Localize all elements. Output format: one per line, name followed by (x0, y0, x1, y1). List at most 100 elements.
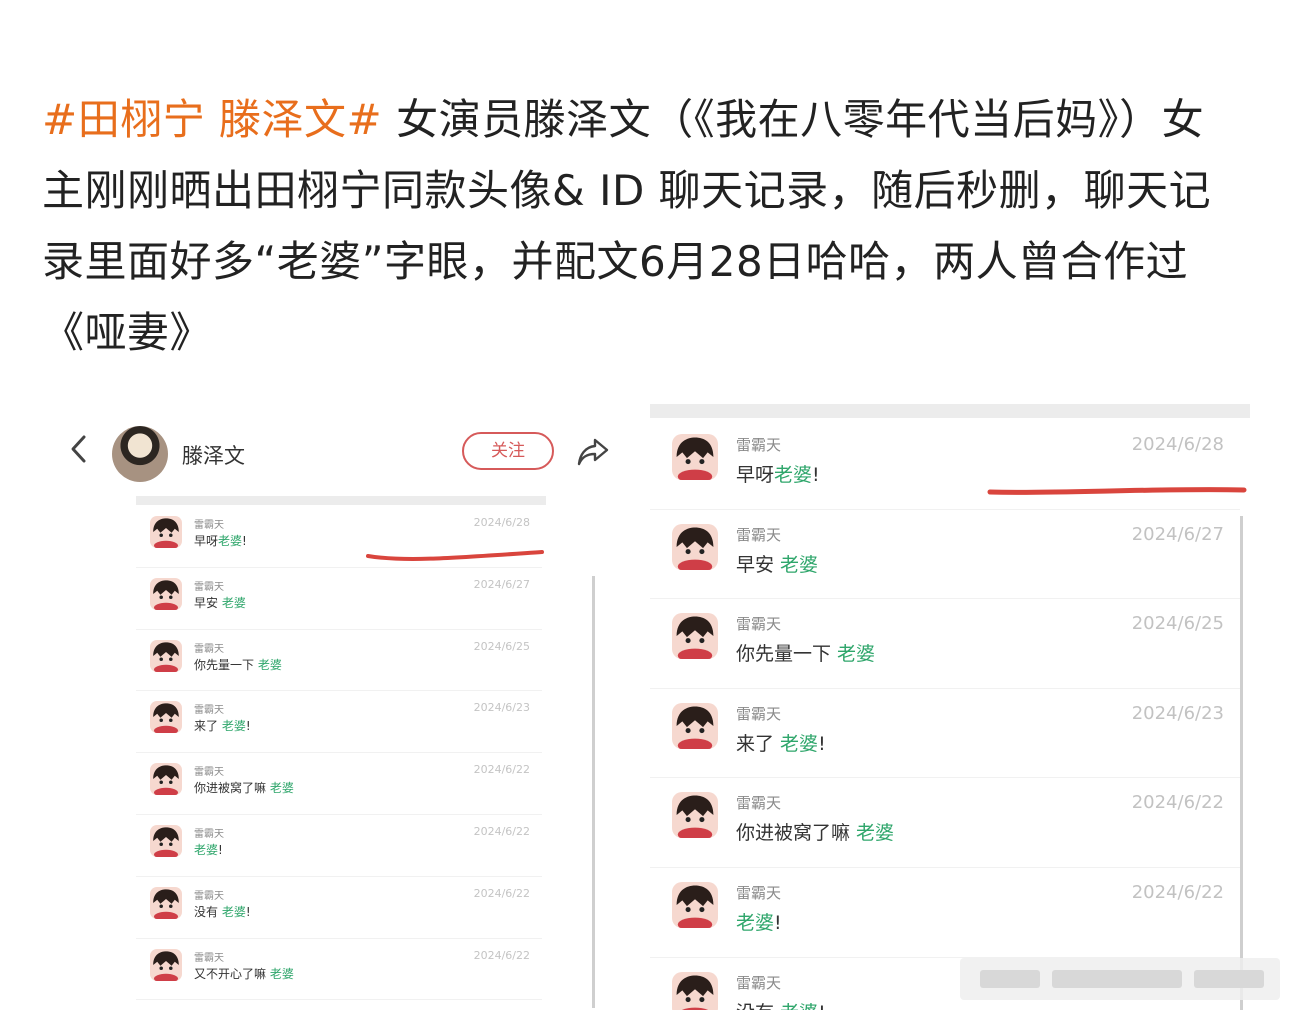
message-row[interactable]: 雷霸天 你进被窝了嘛 老婆 2024/6/22 (136, 753, 542, 815)
cartoon-avatar-icon (672, 881, 718, 928)
profile-avatar[interactable] (112, 426, 168, 482)
sender-avatar[interactable] (672, 971, 718, 1010)
message-highlight: 老婆 (736, 911, 775, 934)
message-list: 雷霸天 早呀老婆! 2024/6/28 雷霸天 早安 老婆 2024/6/27 雷霸天 你先量… (650, 420, 1240, 1010)
scrollbar[interactable] (1240, 516, 1243, 1010)
sender-avatar[interactable] (150, 886, 182, 919)
sender-avatar[interactable] (150, 824, 182, 857)
message-date: 2024/6/28 (473, 516, 530, 529)
message-prefix: 你进被窝了嘛 (736, 822, 857, 845)
message-text: 来了 老婆! (736, 729, 826, 756)
message-text: 没有 老婆! (194, 903, 251, 920)
message-highlight: 老婆 (780, 553, 819, 576)
message-list: 雷霸天 早呀老婆! 2024/6/28 雷霸天 早安 老婆 2024/6/27 雷霸天 你先量… (136, 506, 542, 1001)
message-date: 2024/6/22 (1131, 792, 1224, 814)
cartoon-avatar-icon (672, 434, 718, 480)
scrollbar[interactable] (592, 576, 595, 1008)
message-suffix: ! (774, 911, 782, 934)
red-underline-annotation (366, 550, 544, 561)
message-highlight: 老婆 (257, 657, 282, 672)
message-date: 2024/6/25 (1131, 613, 1224, 635)
message-prefix: 早安 (736, 553, 781, 576)
message-date: 2024/6/22 (473, 763, 530, 777)
sender-avatar[interactable] (150, 948, 182, 981)
message-row[interactable]: 雷霸天 你先量一下 老婆 2024/6/25 (650, 599, 1240, 689)
message-row[interactable]: 雷霸天 老婆! 2024/6/22 (136, 815, 542, 877)
message-row[interactable]: 雷霸天 你先量一下 老婆 2024/6/25 (136, 630, 542, 692)
message-row[interactable]: 雷霸天 老婆! 2024/6/22 (650, 868, 1240, 958)
message-date: 2024/6/27 (1131, 523, 1224, 545)
sender-avatar[interactable] (672, 523, 718, 570)
message-highlight: 老婆 (221, 904, 246, 919)
message-highlight: 老婆 (218, 534, 243, 548)
message-suffix: ! (812, 464, 820, 486)
cartoon-avatar-icon (150, 701, 182, 734)
sender-avatar[interactable] (150, 577, 182, 610)
profile-name: 滕泽文 (182, 444, 245, 468)
hashtag-link[interactable]: #田栩宁 滕泽文# (42, 95, 382, 144)
sender-avatar[interactable] (150, 763, 182, 796)
left-chat-screenshot: 滕泽文 关注 雷霸天 早呀老婆! 2024/6/28 雷霸天 早安 老婆 2024/6/2… (52, 398, 632, 1010)
follow-button[interactable]: 关注 (462, 432, 554, 470)
message-date: 2024/6/22 (473, 948, 530, 962)
message-row[interactable]: 雷霸天你进被窝了嘛 老婆 2024/6/22 (650, 778, 1240, 868)
message-row[interactable]: 雷霸天早安 老婆 2024/6/27 (650, 510, 1240, 600)
message-highlight: 老婆 (856, 822, 895, 845)
message-highlight: 老婆 (221, 719, 246, 734)
sender-name: 雷霸天 (194, 890, 224, 902)
message-suffix: ! (218, 842, 223, 857)
message-prefix: 早呀 (194, 534, 219, 548)
sender-avatar[interactable] (150, 701, 182, 734)
message-suffix: ! (242, 534, 247, 548)
sender-avatar[interactable] (150, 639, 182, 672)
sender-avatar[interactable] (672, 702, 718, 749)
cartoon-avatar-icon (150, 516, 182, 548)
message-text: 你先量一下 老婆 (194, 656, 282, 673)
message-date: 2024/6/22 (473, 824, 530, 838)
sender-name: 雷霸天 (736, 794, 782, 813)
cartoon-avatar-icon (150, 886, 182, 919)
message-prefix: 你先量一下 (194, 657, 258, 672)
message-highlight: 老婆 (780, 1002, 818, 1010)
sender-name: 雷霸天 (194, 520, 224, 531)
sender-avatar[interactable] (672, 792, 718, 839)
message-row[interactable]: 雷霸天 又不开心了嘛 老婆 2024/6/22 (136, 939, 542, 1001)
sender-name: 雷霸天 (194, 952, 224, 964)
cartoon-avatar-icon (150, 824, 182, 857)
message-date: 2024/6/28 (1131, 434, 1224, 455)
message-date: 2024/6/23 (473, 701, 530, 715)
watermark-segment (1052, 970, 1182, 988)
sender-name: 雷霸天 (194, 705, 224, 717)
divider (136, 496, 546, 505)
message-highlight: 老婆 (837, 643, 876, 666)
sender-name: 雷霸天 (736, 883, 782, 902)
cartoon-avatar-icon (150, 639, 182, 672)
sender-avatar[interactable] (672, 434, 718, 480)
share-button[interactable] (576, 436, 610, 468)
message-prefix: 早安 (194, 595, 222, 610)
back-button[interactable] (68, 434, 90, 464)
message-prefix: 来了 (194, 719, 222, 734)
sender-name: 雷霸天 (736, 973, 782, 992)
chevron-left-icon (71, 435, 86, 463)
message-highlight: 老婆 (774, 464, 813, 486)
sender-avatar[interactable] (672, 613, 718, 660)
message-highlight: 老婆 (194, 842, 219, 857)
sender-name: 雷霸天 (736, 704, 782, 723)
message-prefix: 你进被窝了嘛 (194, 781, 270, 796)
sender-name: 雷霸天 (736, 615, 782, 634)
message-text: 早呀老婆! (194, 532, 247, 549)
message-row[interactable]: 雷霸天 来了 老婆! 2024/6/23 (136, 691, 542, 754)
sender-name: 雷霸天 (194, 767, 224, 779)
message-row[interactable]: 雷霸天 来了 老婆! 2024/6/23 (650, 689, 1240, 779)
sender-name: 雷霸天 (736, 525, 782, 544)
message-row[interactable]: 雷霸天 没有 老婆! 2024/6/22 (136, 877, 542, 939)
cartoon-avatar-icon (672, 523, 718, 570)
message-prefix: 早呀 (736, 464, 775, 486)
red-underline-annotation (987, 487, 1247, 495)
post-text: #田栩宁 滕泽文# 女演员滕泽文（《我在八零年代当后妈》）女主刚刚晒出田栩宁同款… (42, 84, 1242, 368)
sender-avatar[interactable] (150, 516, 182, 548)
message-row[interactable]: 雷霸天 早安 老婆 2024/6/27 (136, 568, 542, 630)
sender-avatar[interactable] (672, 881, 718, 928)
message-highlight: 老婆 (780, 732, 819, 755)
